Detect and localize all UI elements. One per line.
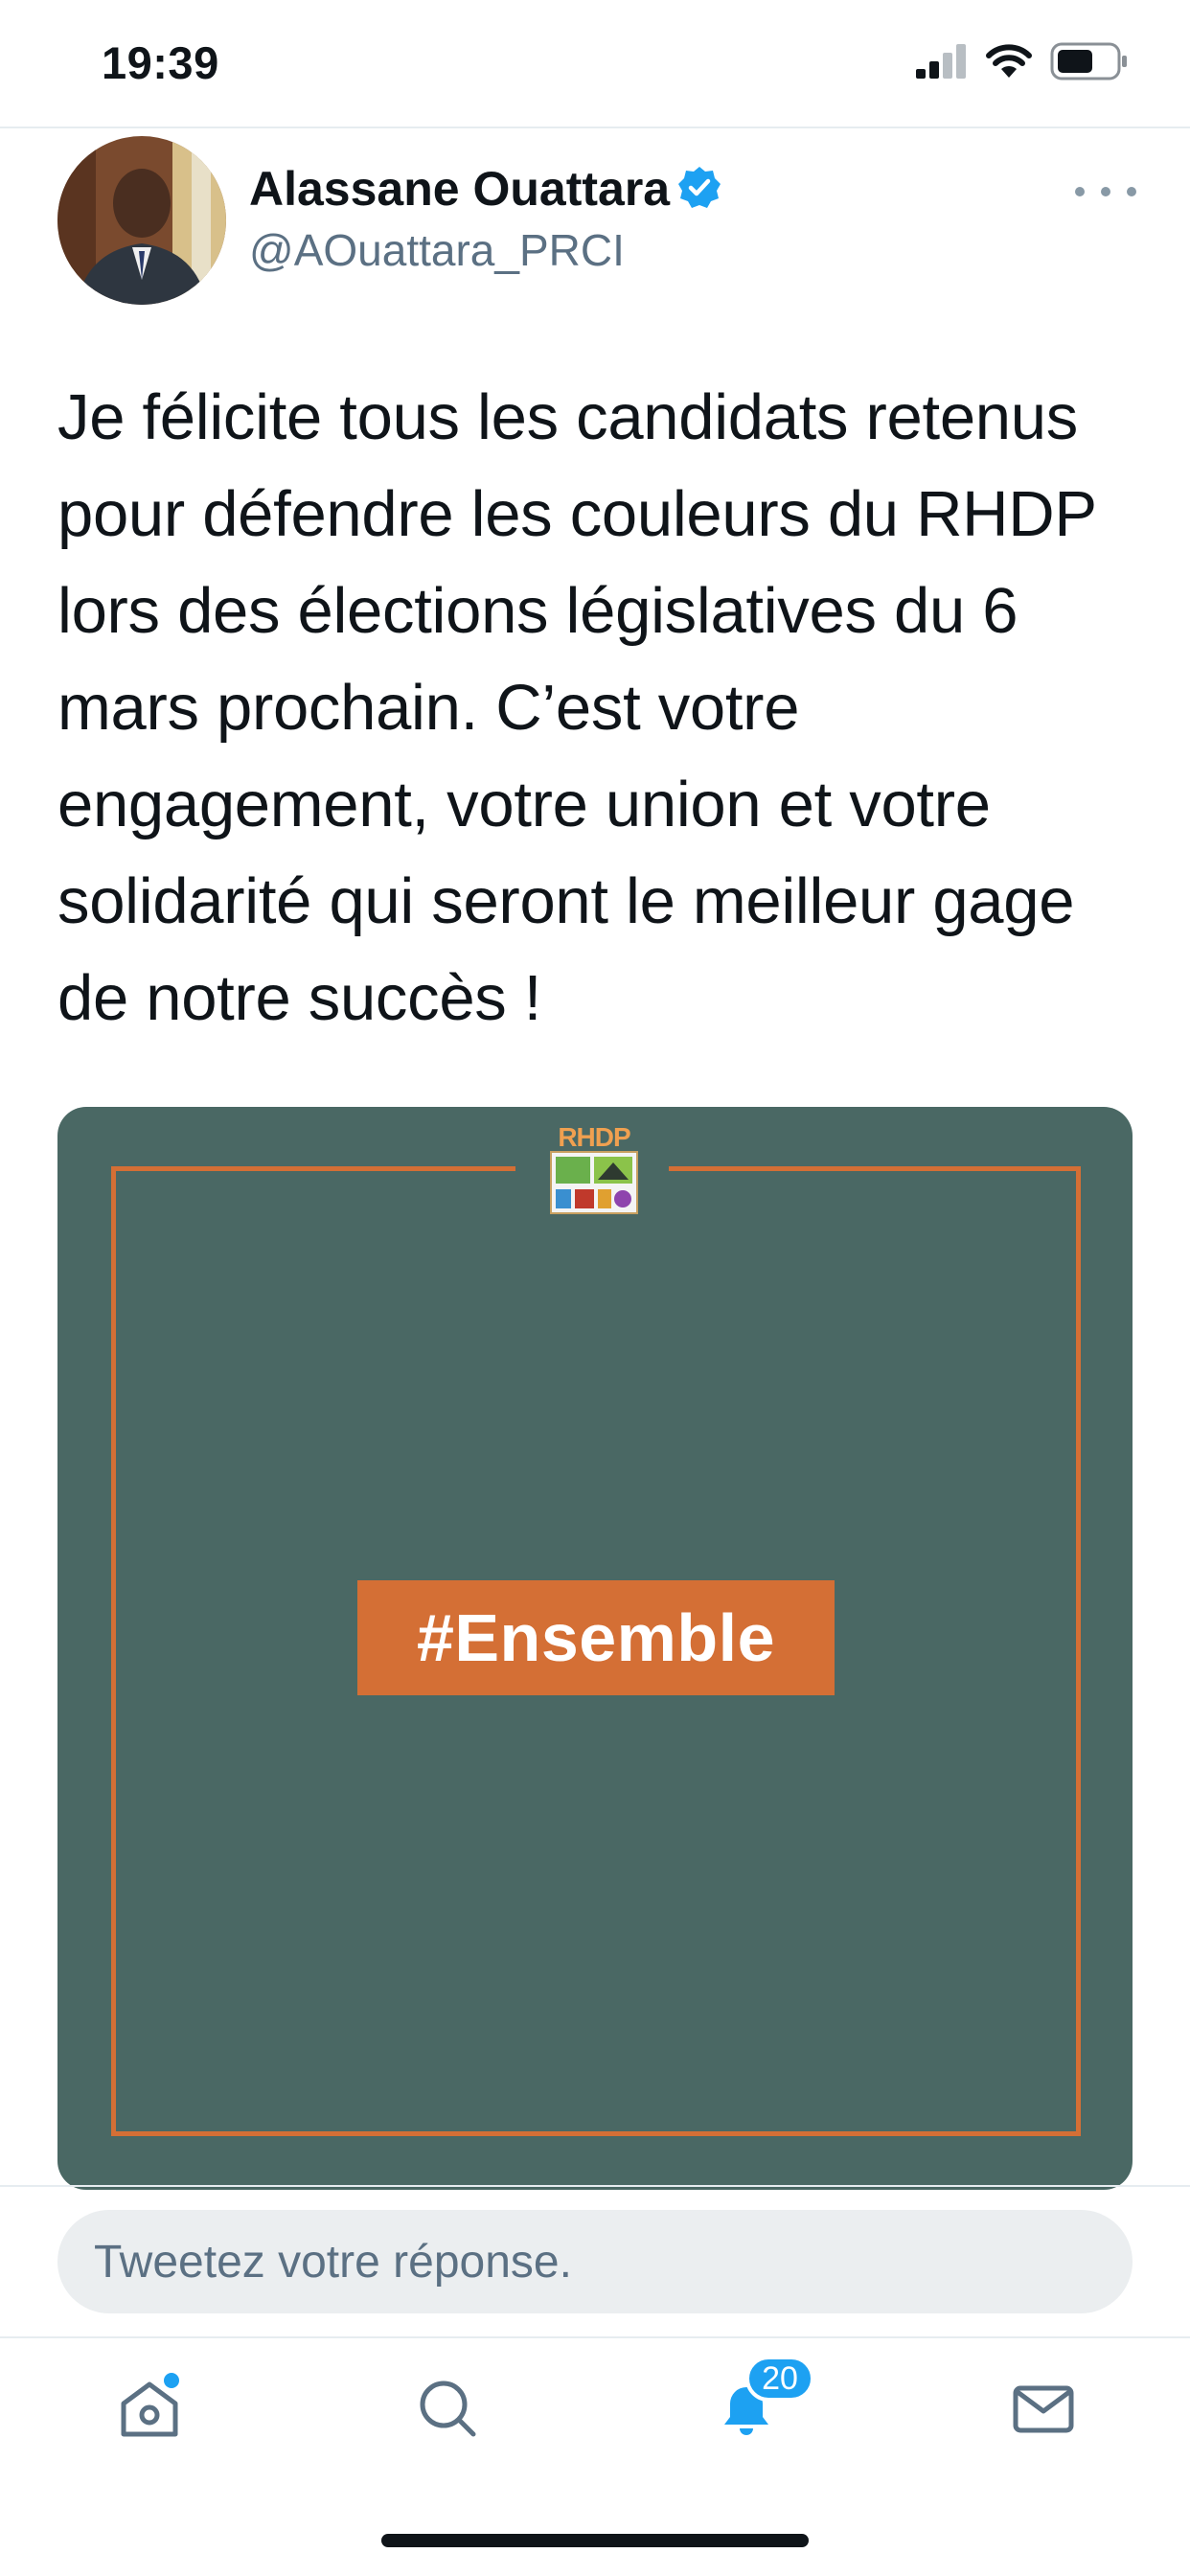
reply-divider <box>0 2185 1190 2187</box>
tabbar-divider <box>0 2336 1190 2338</box>
tab-messages[interactable] <box>1000 2367 1087 2453</box>
tab-home[interactable] <box>106 2367 193 2453</box>
hashtag-banner: #Ensemble <box>357 1580 835 1695</box>
reply-input[interactable] <box>57 2210 1133 2313</box>
verified-badge-icon <box>676 165 722 211</box>
status-time: 19:39 <box>102 37 219 88</box>
tab-search[interactable] <box>404 2367 491 2453</box>
battery-icon <box>1050 42 1129 85</box>
status-icons <box>916 42 1129 85</box>
author-handle[interactable]: @AOuattara_PRCI <box>249 224 625 276</box>
new-content-dot <box>164 2373 179 2388</box>
more-options-icon[interactable] <box>1075 169 1136 215</box>
cellular-signal-icon <box>916 43 968 83</box>
search-icon <box>414 2375 481 2447</box>
hashtag-text: #Ensemble <box>416 1600 776 1675</box>
avatar[interactable] <box>57 136 226 305</box>
status-bar: 19:39 <box>0 0 1190 126</box>
notification-badge: 20 <box>745 2356 814 2402</box>
home-indicator[interactable] <box>381 2534 809 2547</box>
wifi-icon <box>985 43 1033 84</box>
logo-text: RHDP <box>558 1122 630 1152</box>
tweet-text: Je félicite tous les candidats retenus p… <box>57 381 1096 1034</box>
header-divider <box>0 126 1190 128</box>
mail-icon <box>1010 2375 1077 2447</box>
rhdp-logo: RHDP <box>548 1122 640 1214</box>
tweet-media-image[interactable]: RHDP #Ensemble <box>57 1107 1133 2190</box>
tab-notifications[interactable]: 20 <box>703 2356 814 2453</box>
author-name[interactable]: Alassane Ouattara <box>249 161 670 217</box>
